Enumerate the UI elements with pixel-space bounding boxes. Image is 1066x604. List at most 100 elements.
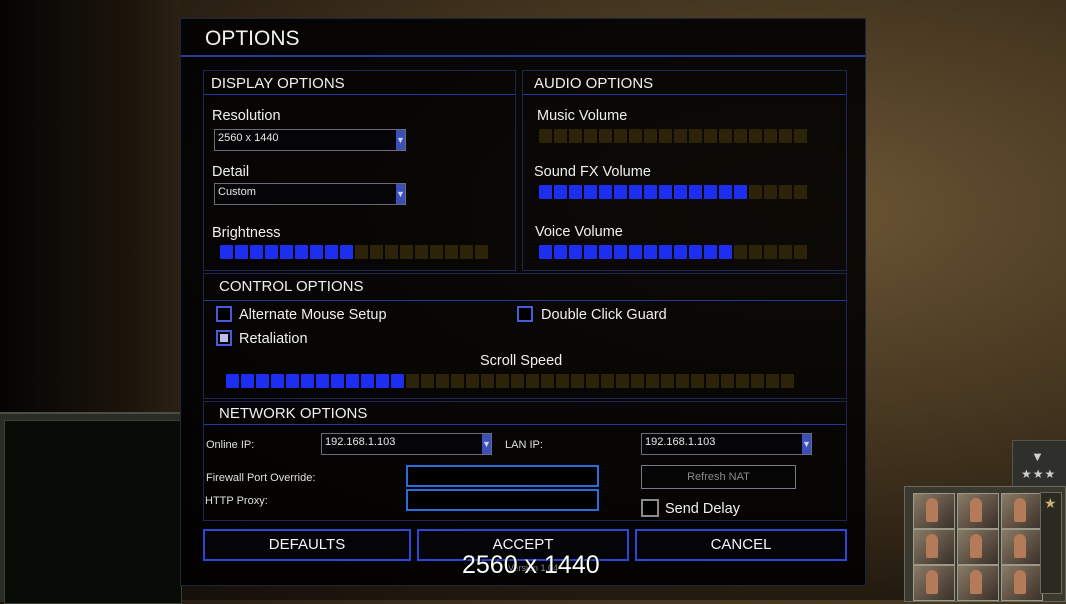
- slider-segment[interactable]: [689, 245, 702, 259]
- slider-segment[interactable]: [286, 374, 299, 388]
- slider-segment[interactable]: [659, 245, 672, 259]
- slider-segment[interactable]: [734, 129, 747, 143]
- firewall-port-input[interactable]: [406, 465, 599, 487]
- slider-segment[interactable]: [325, 245, 338, 259]
- slider-segment[interactable]: [400, 245, 413, 259]
- slider-segment[interactable]: [226, 374, 239, 388]
- brightness-slider[interactable]: [220, 245, 488, 259]
- slider-segment[interactable]: [689, 185, 702, 199]
- cancel-button[interactable]: CANCEL: [635, 529, 847, 561]
- slider-segment[interactable]: [220, 245, 233, 259]
- slider-segment[interactable]: [526, 374, 539, 388]
- slider-segment[interactable]: [451, 374, 464, 388]
- slider-segment[interactable]: [496, 374, 509, 388]
- slider-segment[interactable]: [235, 245, 248, 259]
- slider-segment[interactable]: [376, 374, 389, 388]
- slider-segment[interactable]: [674, 185, 687, 199]
- detail-dropdown[interactable]: Custom ▼: [214, 183, 406, 205]
- slider-segment[interactable]: [631, 374, 644, 388]
- slider-segment[interactable]: [764, 185, 777, 199]
- sound-fx-volume-slider[interactable]: [539, 185, 807, 199]
- slider-segment[interactable]: [614, 245, 627, 259]
- slider-segment[interactable]: [241, 374, 254, 388]
- chevron-down-icon[interactable]: ▼: [396, 130, 405, 150]
- slider-segment[interactable]: [301, 374, 314, 388]
- slider-segment[interactable]: [781, 374, 794, 388]
- slider-segment[interactable]: [644, 129, 657, 143]
- slider-segment[interactable]: [644, 245, 657, 259]
- slider-segment[interactable]: [706, 374, 719, 388]
- slider-segment[interactable]: [340, 245, 353, 259]
- slider-segment[interactable]: [271, 374, 284, 388]
- slider-segment[interactable]: [779, 185, 792, 199]
- slider-segment[interactable]: [361, 374, 374, 388]
- slider-segment[interactable]: [646, 374, 659, 388]
- slider-segment[interactable]: [599, 185, 612, 199]
- slider-segment[interactable]: [721, 374, 734, 388]
- slider-segment[interactable]: [704, 129, 717, 143]
- slider-segment[interactable]: [295, 245, 308, 259]
- slider-segment[interactable]: [391, 374, 404, 388]
- slider-segment[interactable]: [415, 245, 428, 259]
- slider-segment[interactable]: [764, 129, 777, 143]
- slider-segment[interactable]: [674, 245, 687, 259]
- alternate-mouse-checkbox[interactable]: [216, 306, 232, 322]
- slider-segment[interactable]: [794, 185, 807, 199]
- slider-segment[interactable]: [571, 374, 584, 388]
- slider-segment[interactable]: [794, 129, 807, 143]
- slider-segment[interactable]: [644, 185, 657, 199]
- slider-segment[interactable]: [599, 245, 612, 259]
- slider-segment[interactable]: [331, 374, 344, 388]
- slider-segment[interactable]: [779, 129, 792, 143]
- slider-segment[interactable]: [466, 374, 479, 388]
- slider-segment[interactable]: [764, 245, 777, 259]
- chevron-down-icon[interactable]: ▼: [482, 434, 491, 454]
- online-ip-dropdown[interactable]: 192.168.1.103 ▼: [321, 433, 492, 455]
- slider-segment[interactable]: [704, 185, 717, 199]
- unit-portrait[interactable]: [957, 529, 999, 565]
- slider-segment[interactable]: [736, 374, 749, 388]
- slider-segment[interactable]: [554, 185, 567, 199]
- unit-portrait[interactable]: [1001, 529, 1043, 565]
- slider-segment[interactable]: [250, 245, 263, 259]
- resolution-dropdown[interactable]: 2560 x 1440 ▼: [214, 129, 406, 151]
- slider-segment[interactable]: [436, 374, 449, 388]
- slider-segment[interactable]: [355, 245, 368, 259]
- slider-segment[interactable]: [556, 374, 569, 388]
- slider-segment[interactable]: [554, 129, 567, 143]
- slider-segment[interactable]: [629, 129, 642, 143]
- unit-portrait[interactable]: [913, 493, 955, 529]
- slider-segment[interactable]: [719, 245, 732, 259]
- slider-segment[interactable]: [569, 185, 582, 199]
- unit-portrait[interactable]: [1001, 493, 1043, 529]
- command-bar-toggle[interactable]: ▼ ★★★: [1012, 440, 1066, 492]
- slider-segment[interactable]: [584, 185, 597, 199]
- slider-segment[interactable]: [674, 129, 687, 143]
- retaliation-checkbox[interactable]: [216, 330, 232, 346]
- unit-portrait[interactable]: [913, 565, 955, 601]
- slider-segment[interactable]: [704, 245, 717, 259]
- defaults-button[interactable]: DEFAULTS: [203, 529, 411, 561]
- lan-ip-dropdown[interactable]: 192.168.1.103 ▼: [641, 433, 812, 455]
- slider-segment[interactable]: [599, 129, 612, 143]
- slider-segment[interactable]: [584, 245, 597, 259]
- slider-segment[interactable]: [256, 374, 269, 388]
- slider-segment[interactable]: [719, 185, 732, 199]
- slider-segment[interactable]: [689, 129, 702, 143]
- slider-segment[interactable]: [691, 374, 704, 388]
- slider-segment[interactable]: [676, 374, 689, 388]
- slider-segment[interactable]: [539, 129, 552, 143]
- slider-segment[interactable]: [541, 374, 554, 388]
- unit-portrait[interactable]: [957, 565, 999, 601]
- unit-portrait[interactable]: [957, 493, 999, 529]
- slider-segment[interactable]: [719, 129, 732, 143]
- slider-segment[interactable]: [346, 374, 359, 388]
- slider-segment[interactable]: [421, 374, 434, 388]
- slider-segment[interactable]: [734, 185, 747, 199]
- double-click-guard-checkbox[interactable]: [517, 306, 533, 322]
- slider-segment[interactable]: [475, 245, 488, 259]
- refresh-nat-button[interactable]: Refresh NAT: [641, 465, 796, 489]
- slider-segment[interactable]: [481, 374, 494, 388]
- slider-segment[interactable]: [430, 245, 443, 259]
- slider-segment[interactable]: [584, 129, 597, 143]
